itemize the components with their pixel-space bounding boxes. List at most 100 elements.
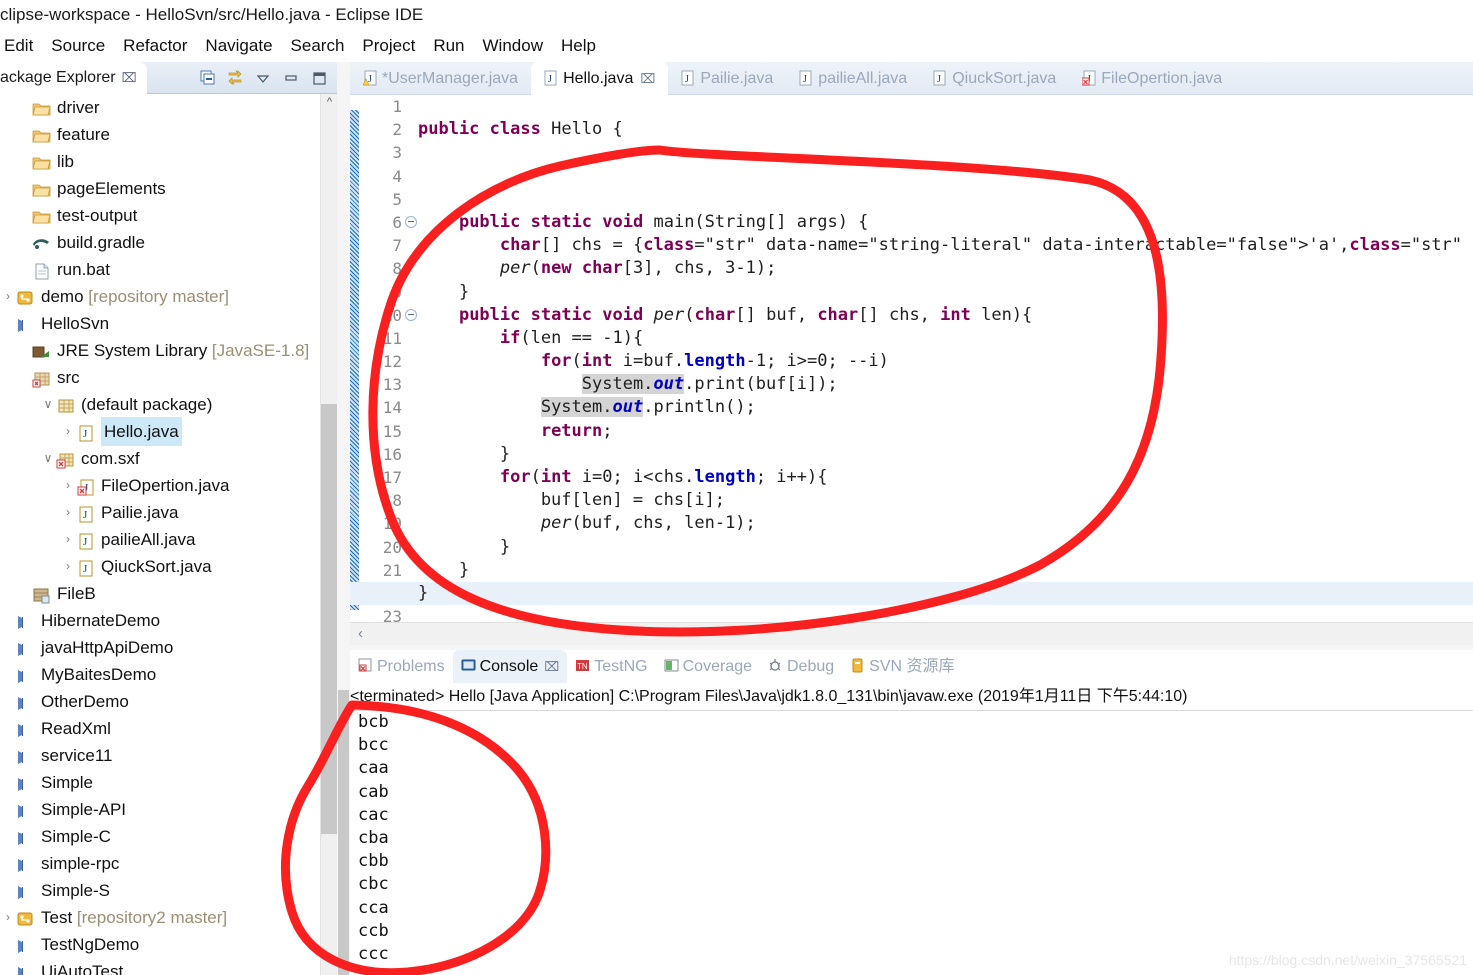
link-with-editor-icon[interactable]	[226, 69, 244, 87]
tree-item[interactable]: ∨ (default package)	[0, 391, 332, 418]
close-icon[interactable]: ⌧	[640, 71, 655, 86]
code-line[interactable]	[418, 188, 1473, 211]
minimize-icon[interactable]	[282, 69, 300, 87]
scroll-up-icon[interactable]: ^	[321, 94, 338, 111]
tree-item[interactable]: TestNgDemo	[0, 931, 332, 958]
code-line[interactable]	[418, 165, 1473, 188]
tree-item[interactable]: Simple-C	[0, 823, 332, 850]
fold-collapse-icon[interactable]	[405, 308, 417, 321]
tree-item[interactable]: ReadXml	[0, 715, 332, 742]
code-line[interactable]: public static void main(String[] args) {	[418, 211, 1473, 234]
menu-item-run[interactable]: Run	[424, 30, 473, 62]
editor-tab-fileopertionjava[interactable]: J FileOpertion.java	[1069, 62, 1235, 95]
tree-item[interactable]: FileB	[0, 580, 332, 607]
tree-item[interactable]: HibernateDemo	[0, 607, 332, 634]
code-line[interactable]: for(int i=buf.length-1; i>=0; --i)	[418, 350, 1473, 373]
chevron-right-icon[interactable]: ›	[0, 283, 16, 310]
editor-tab-usermanagerjava[interactable]: J *UserManager.java	[350, 62, 531, 95]
tree-item[interactable]: UiAutoTest	[0, 958, 332, 975]
tree-item[interactable]: feature	[0, 121, 332, 148]
code-line[interactable]: public static void per(char[] buf, char[…	[418, 304, 1473, 327]
console-tab-coverage[interactable]: Coverage	[656, 650, 760, 683]
tab-package-explorer[interactable]: ackage Explorer ⌧	[0, 62, 147, 94]
tree-item[interactable]: MyBaitesDemo	[0, 661, 332, 688]
chevron-right-icon[interactable]: ›	[60, 553, 76, 580]
menu-item-search[interactable]: Search	[282, 30, 354, 62]
maximize-icon[interactable]	[310, 69, 328, 87]
tree-item[interactable]: ∨ com.sxf	[0, 445, 332, 472]
code-line[interactable]: }	[418, 281, 1473, 304]
scrollbar-thumb[interactable]	[321, 404, 338, 834]
fold-collapse-icon[interactable]	[405, 215, 417, 228]
chevron-right-icon[interactable]: ›	[60, 418, 76, 445]
code-line[interactable]: per(new char[3], chs, 3-1);	[418, 257, 1473, 280]
chevron-right-icon[interactable]: ›	[60, 526, 76, 553]
console-tab-svn-资源库[interactable]: SVN 资源库	[842, 650, 962, 683]
console-tab-console[interactable]: Console ⌧	[452, 650, 568, 683]
console-tab-problems[interactable]: Problems	[350, 650, 453, 683]
editor-tab-qiucksortjava[interactable]: J QiuckSort.java	[920, 62, 1069, 95]
panel-splitter[interactable]	[337, 62, 350, 975]
chevron-right-icon[interactable]: ›	[60, 472, 76, 499]
menu-item-source[interactable]: Source	[42, 30, 114, 62]
code-line[interactable]: }	[418, 443, 1473, 466]
code-line[interactable]: char[] chs = {class="str" data-name="str…	[418, 234, 1473, 257]
menu-item-window[interactable]: Window	[474, 30, 552, 62]
scroll-left-icon[interactable]: ‹	[358, 625, 363, 642]
console-output[interactable]: bcb bcc caa cab cac cba cbb cbc cca ccb ccc	[350, 711, 1473, 975]
console-tab-debug[interactable]: Debug	[760, 650, 842, 683]
code-line[interactable]: }	[350, 581, 1473, 606]
tree-item[interactable]: driver	[0, 94, 332, 121]
chevron-down-icon[interactable]: ∨	[40, 391, 56, 418]
tree-item[interactable]: Simple-API	[0, 796, 332, 823]
console-tab-testng[interactable]: TN TestNG	[567, 650, 655, 683]
chevron-right-icon[interactable]: ›	[0, 904, 16, 931]
tree-item[interactable]: › Test [repository2 master]	[0, 904, 332, 931]
console-scrollbar-thumb[interactable]	[338, 690, 349, 975]
tree-item[interactable]: lib	[0, 148, 332, 175]
code-line[interactable]: System.out.println();	[418, 396, 1473, 419]
tree-item[interactable]: Simple	[0, 769, 332, 796]
chevron-right-icon[interactable]: ›	[60, 499, 76, 526]
tree-item[interactable]: test-output	[0, 202, 332, 229]
chevron-down-icon[interactable]: ∨	[40, 445, 56, 472]
code-line[interactable]	[418, 141, 1473, 164]
close-icon[interactable]: ⌧	[544, 659, 559, 674]
collapse-all-icon[interactable]	[198, 69, 216, 87]
code-line[interactable]: public class Hello {	[418, 118, 1473, 141]
tree-item[interactable]: run.bat	[0, 256, 332, 283]
menu-item-help[interactable]: Help	[552, 30, 605, 62]
menu-item-edit[interactable]: Edit	[0, 30, 42, 62]
tree-scrollbar[interactable]: ^	[320, 94, 338, 975]
editor-tab-pailiealljava[interactable]: JpailieAll.java	[786, 62, 920, 95]
code-line[interactable]: per(buf, chs, len-1);	[418, 512, 1473, 535]
tree-item[interactable]: src	[0, 364, 332, 391]
tree-item[interactable]: service11	[0, 742, 332, 769]
tree-item[interactable]: ›J FileOpertion.java	[0, 472, 332, 499]
code-line[interactable]: return;	[418, 420, 1473, 443]
editor-tab-hellojava[interactable]: J Hello.java ⌧	[531, 62, 669, 95]
code-line[interactable]: System.out.print(buf[i]);	[418, 373, 1473, 396]
code-line[interactable]: buf[len] = chs[i];	[418, 489, 1473, 512]
tree-item[interactable]: build.gradle	[0, 229, 332, 256]
code-line[interactable]: for(int i=0; i<chs.length; i++){	[418, 466, 1473, 489]
code-line[interactable]	[418, 95, 1473, 118]
menu-item-project[interactable]: Project	[353, 30, 424, 62]
tree-item[interactable]: JRE System Library [JavaSE-1.8]	[0, 337, 332, 364]
close-icon[interactable]: ⌧	[122, 70, 137, 85]
tree-item[interactable]: OtherDemo	[0, 688, 332, 715]
tree-item[interactable]: pageElements	[0, 175, 332, 202]
tree-item[interactable]: › J Pailie.java	[0, 499, 332, 526]
tree-item[interactable]: Simple-S	[0, 877, 332, 904]
view-menu-icon[interactable]	[254, 69, 272, 87]
tree-item[interactable]: HelloSvn	[0, 310, 332, 337]
menu-item-refactor[interactable]: Refactor	[114, 30, 196, 62]
tree-item[interactable]: simple-rpc	[0, 850, 332, 877]
tree-item[interactable]: › J Hello.java	[0, 417, 332, 446]
source-code[interactable]: public class Hello { public static void …	[350, 95, 1473, 645]
tree-item[interactable]: › JpailieAll.java	[0, 526, 332, 553]
code-line[interactable]: }	[418, 559, 1473, 582]
menu-item-navigate[interactable]: Navigate	[196, 30, 281, 62]
code-line[interactable]: }	[418, 536, 1473, 559]
tree-item[interactable]: › demo [repository master]	[0, 283, 332, 310]
